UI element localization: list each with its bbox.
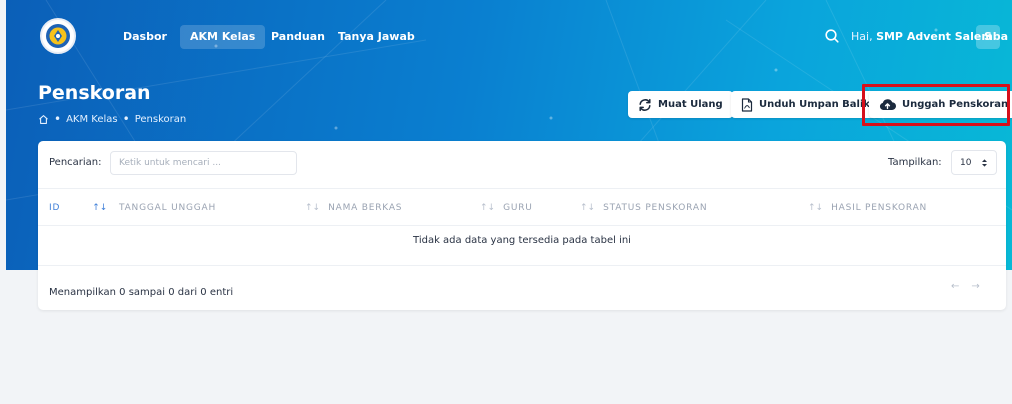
column-header-label: TANGGAL UNGGAH: [119, 203, 217, 213]
refresh-icon: [639, 98, 651, 111]
header-divider: [38, 225, 1006, 226]
search-icon[interactable]: [825, 29, 839, 43]
page-title: Penskoran: [38, 82, 151, 104]
nav-item-panduan[interactable]: Panduan: [261, 25, 335, 49]
nav-item-akm-kelas[interactable]: AKM Kelas: [180, 25, 266, 49]
top-navbar: Dasbor AKM Kelas Panduan Tanya Jawab Hai…: [6, 0, 1012, 78]
column-header-teacher[interactable]: ↑↓ GURU: [480, 203, 533, 213]
sort-icon: ↑↓: [808, 203, 824, 213]
reload-button[interactable]: Muat Ulang: [628, 91, 733, 118]
nav-item-dasbor[interactable]: Dasbor: [113, 25, 177, 49]
chevron-up-down-icon: [982, 158, 987, 167]
page-size-value: 10: [960, 157, 972, 168]
avatar[interactable]: S: [976, 25, 1000, 49]
tut-wuri-handayani-logo[interactable]: [40, 18, 76, 54]
column-header-scoring-status[interactable]: ↑↓ STATUS PENSKORAN: [580, 203, 707, 213]
pagination: ← →: [951, 281, 980, 299]
column-header-id[interactable]: ID ↑↓: [49, 203, 107, 213]
column-header-upload-date[interactable]: TANGGAL UNGGAH: [119, 203, 216, 213]
upload-button-highlight: [862, 84, 1010, 126]
sort-icon: ↑↓: [580, 203, 596, 213]
scoring-table-card: Pencarian: Tampilkan: 10 ID ↑↓ TANGGAL U…: [38, 141, 1006, 310]
download-feedback-button-label: Unduh Umpan Balik: [759, 99, 871, 110]
sort-icon: ↑↓: [480, 203, 496, 213]
toolbar-divider: [38, 188, 1006, 189]
reload-button-label: Muat Ulang: [658, 99, 723, 110]
breadcrumb-item-penskoran: Penskoran: [134, 113, 187, 125]
page-size-label: Tampilkan:: [888, 157, 942, 168]
search-label: Pencarian:: [49, 157, 102, 168]
logo-emblem-icon: [46, 24, 70, 48]
column-header-label: STATUS PENSKORAN: [603, 203, 708, 213]
empty-table-message: Tidak ada data yang tersedia pada tabel …: [413, 235, 631, 246]
home-icon[interactable]: [38, 114, 49, 125]
footer-divider: [38, 265, 1006, 266]
column-header-label: GURU: [503, 203, 533, 213]
breadcrumb-item-akm-kelas[interactable]: AKM Kelas: [66, 114, 118, 125]
sort-icon: ↑↓: [305, 203, 321, 213]
breadcrumb-separator: •: [54, 112, 62, 126]
breadcrumb: • AKM Kelas • Penskoran: [38, 112, 186, 126]
prev-page-button[interactable]: ←: [951, 281, 959, 299]
column-header-label: HASIL PENSKORAN: [831, 203, 928, 213]
page-size-select[interactable]: 10: [951, 150, 997, 175]
breadcrumb-separator: •: [122, 112, 130, 126]
sort-icon: ↑↓: [92, 203, 108, 213]
column-header-file-name[interactable]: ↑↓ NAMA BERKAS: [305, 203, 402, 213]
greeting-prefix: Hai,: [851, 30, 877, 43]
table-info: Menampilkan 0 sampai 0 dari 0 entri: [49, 287, 234, 298]
nav-item-tanya-jawab[interactable]: Tanya Jawab: [328, 25, 425, 49]
download-feedback-button[interactable]: Unduh Umpan Balik: [731, 91, 881, 118]
column-header-label: ID: [49, 203, 61, 213]
column-header-scoring-result[interactable]: ↑↓ HASIL PENSKORAN: [808, 203, 927, 213]
search-input[interactable]: [110, 151, 297, 175]
pdf-file-icon: [741, 97, 753, 112]
column-header-label: NAMA BERKAS: [328, 203, 403, 213]
next-page-button[interactable]: →: [971, 281, 979, 299]
